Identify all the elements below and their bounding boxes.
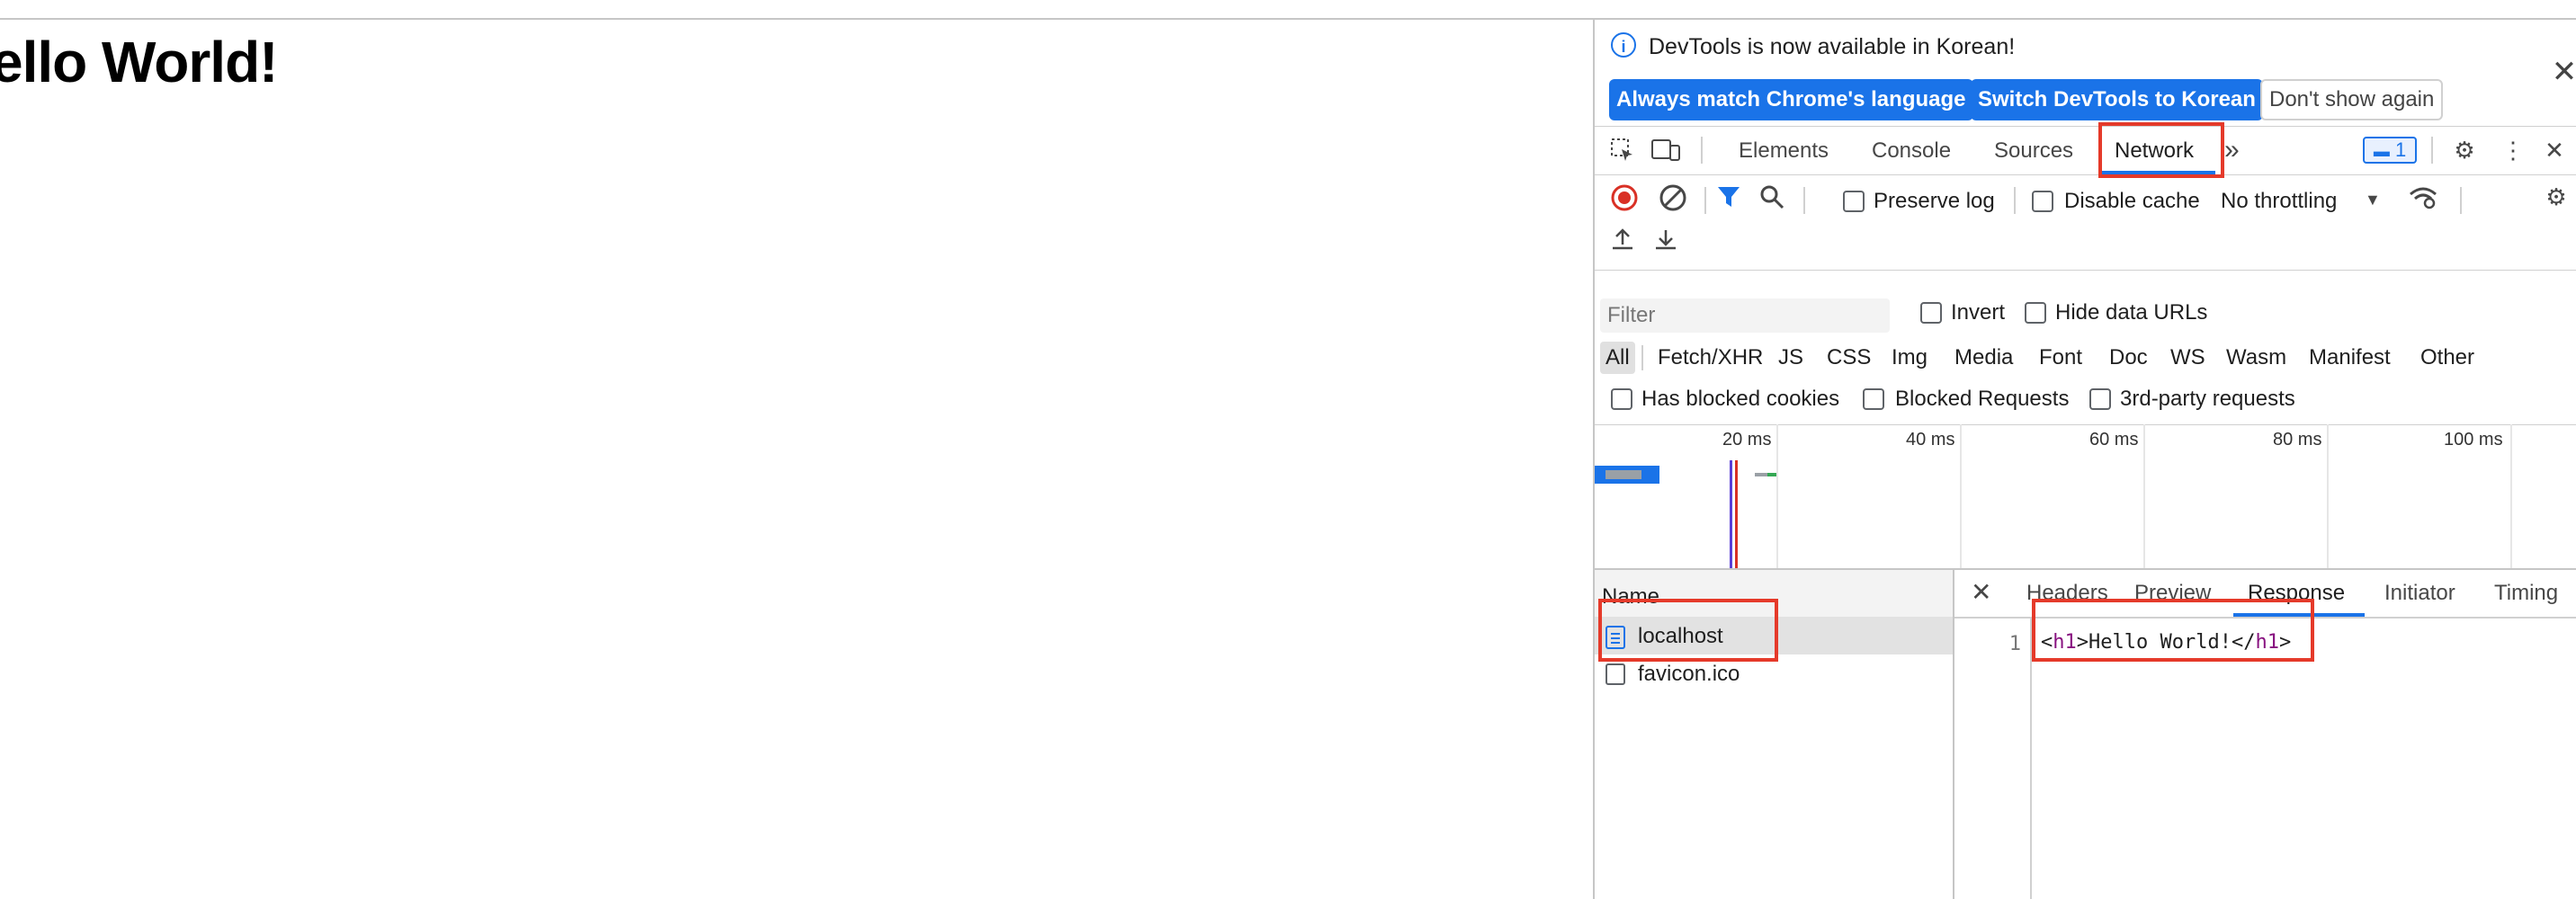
toolbar-separator: [1704, 187, 1706, 214]
invert-label: Invert: [1951, 300, 2006, 325]
toolbar-separator: [2460, 187, 2462, 214]
timeline-tick-label: 60 ms: [2089, 430, 2139, 450]
hide-data-urls-label: Hide data URLs: [2055, 300, 2208, 325]
browser-top-border: [0, 0, 2576, 20]
has-blocked-cookies-label: Has blocked cookies: [1641, 387, 1840, 411]
more-tabs-icon[interactable]: »: [2224, 135, 2240, 165]
request-bar-segment: [1767, 473, 1776, 476]
type-filter-wasm[interactable]: Wasm: [2226, 342, 2286, 374]
filter-icon[interactable]: [1713, 183, 1744, 210]
export-har-icon[interactable]: [1650, 227, 1681, 254]
type-filter-other[interactable]: Other: [2420, 342, 2474, 374]
timeline-gridline: [2510, 424, 2512, 568]
load-event-marker: [1735, 460, 1738, 568]
device-toolbar-icon[interactable]: [1650, 137, 1681, 164]
response-code-highlight: [2032, 599, 2314, 662]
info-icon: i: [1611, 32, 1636, 58]
clear-icon[interactable]: [1658, 183, 1688, 211]
toolbar-separator: [1803, 187, 1805, 214]
inspect-element-icon[interactable]: [1607, 137, 1638, 164]
close-detail-icon[interactable]: ✕: [1971, 577, 1991, 607]
timeline-tick-label: 40 ms: [1906, 430, 1955, 450]
type-filter-img[interactable]: Img: [1892, 342, 1928, 374]
type-filter-fetch-xhr[interactable]: Fetch/XHR: [1658, 342, 1763, 374]
has-blocked-cookies-checkbox[interactable]: [1611, 388, 1632, 410]
network-toolbar: Preserve log Disable cache No throttling…: [1595, 174, 2576, 271]
throttling-select[interactable]: No throttling: [2221, 189, 2337, 214]
file-icon: [1606, 663, 1625, 685]
search-icon[interactable]: [1757, 183, 1787, 210]
devtools-tab-bar: Elements Console Sources Network » ▬ 1 ⚙…: [1595, 122, 2576, 178]
request-name: favicon.ico: [1638, 662, 1740, 686]
import-har-icon[interactable]: [1607, 227, 1638, 254]
chevron-down-icon[interactable]: ▼: [2365, 191, 2381, 209]
timeline-gridline: [2143, 424, 2145, 568]
network-settings-gear-icon[interactable]: ⚙: [2541, 183, 2572, 210]
timeline-tick-label: 80 ms: [2273, 430, 2322, 450]
type-filter-doc[interactable]: Doc: [2109, 342, 2148, 374]
tab-timing[interactable]: Timing: [2494, 581, 2558, 606]
network-conditions-icon[interactable]: [2408, 183, 2438, 210]
timeline-gridline: [2327, 424, 2329, 568]
toolbar-separator: [1701, 137, 1703, 164]
close-devtools-icon[interactable]: ✕: [2539, 137, 2570, 164]
filter-input[interactable]: Filter: [1600, 298, 1890, 333]
timeline-tick-label: 100 ms: [2444, 430, 2503, 450]
type-filter-manifest[interactable]: Manifest: [2309, 342, 2391, 374]
page-viewport: ello World!: [0, 20, 1593, 899]
third-party-requests-label: 3rd-party requests: [2120, 387, 2295, 411]
dont-show-again-button[interactable]: Don't show again: [2260, 79, 2444, 120]
switch-to-korean-button[interactable]: Switch DevTools to Korean: [1971, 79, 2263, 120]
issues-count: 1: [2394, 138, 2407, 161]
always-match-language-button[interactable]: Always match Chrome's language: [1609, 79, 1973, 120]
timeline-tick-label: 20 ms: [1722, 430, 1772, 450]
filter-bar: Filter Invert Hide data URLs All Fetch/X…: [1595, 270, 2576, 425]
line-number: 1: [2008, 633, 2021, 655]
requests-list: Name localhost favicon.ico: [1595, 570, 1954, 899]
network-tab-highlight: [2098, 122, 2224, 178]
type-filter-all[interactable]: All: [1600, 342, 1635, 374]
toolbar-separator: [1641, 345, 1643, 370]
preserve-log-checkbox[interactable]: [1843, 191, 1865, 212]
timeline-gridline: [1960, 424, 1962, 568]
issues-badge[interactable]: ▬ 1: [2363, 137, 2417, 164]
hide-data-urls-checkbox[interactable]: [2025, 302, 2046, 324]
preserve-log-label: Preserve log: [1874, 189, 1995, 213]
tab-initiator[interactable]: Initiator: [2384, 581, 2455, 606]
tab-elements[interactable]: Elements: [1739, 138, 1829, 164]
language-banner: i DevTools is now available in Korean! ✕…: [1595, 20, 2576, 127]
toolbar-separator: [2431, 137, 2433, 164]
request-detail-panel: ✕ Headers Preview Response Initiator Tim…: [1954, 570, 2576, 899]
blocked-requests-label: Blocked Requests: [1895, 387, 2070, 411]
settings-gear-icon[interactable]: ⚙: [2449, 137, 2480, 164]
type-filter-media[interactable]: Media: [1954, 342, 2013, 374]
request-bar-segment: [1606, 470, 1641, 479]
invert-checkbox[interactable]: [1920, 302, 1942, 324]
tab-console[interactable]: Console: [1872, 138, 1951, 164]
type-filter-font[interactable]: Font: [2039, 342, 2082, 374]
timeline-gridline: [1776, 424, 1778, 568]
dom-content-loaded-marker: [1730, 460, 1732, 568]
stop-recording-icon[interactable]: [1609, 183, 1640, 211]
page-heading: ello World!: [0, 30, 278, 94]
line-number-gutter: 1: [1954, 619, 2032, 899]
disable-cache-checkbox[interactable]: [2032, 191, 2053, 212]
more-options-icon[interactable]: ⋮: [2498, 137, 2528, 164]
type-filter-css[interactable]: CSS: [1827, 342, 1871, 374]
third-party-requests-checkbox[interactable]: [2089, 388, 2111, 410]
banner-close-icon[interactable]: ✕: [2550, 56, 2576, 88]
localhost-row-highlight: [1598, 599, 1778, 662]
type-filter-ws[interactable]: WS: [2170, 342, 2205, 374]
disable-cache-label: Disable cache: [2064, 189, 2200, 213]
type-filter-js[interactable]: JS: [1778, 342, 1803, 374]
issues-icon: ▬: [2373, 142, 2390, 160]
devtools-panel: i DevTools is now available in Korean! ✕…: [1593, 20, 2576, 899]
blocked-requests-checkbox[interactable]: [1863, 388, 1884, 410]
banner-message: DevTools is now available in Korean!: [1649, 34, 2016, 59]
toolbar-separator: [2014, 187, 2016, 214]
tab-sources[interactable]: Sources: [1994, 138, 2073, 164]
network-overview-timeline[interactable]: 20 ms 40 ms 60 ms 80 ms 100 ms: [1595, 424, 2576, 570]
